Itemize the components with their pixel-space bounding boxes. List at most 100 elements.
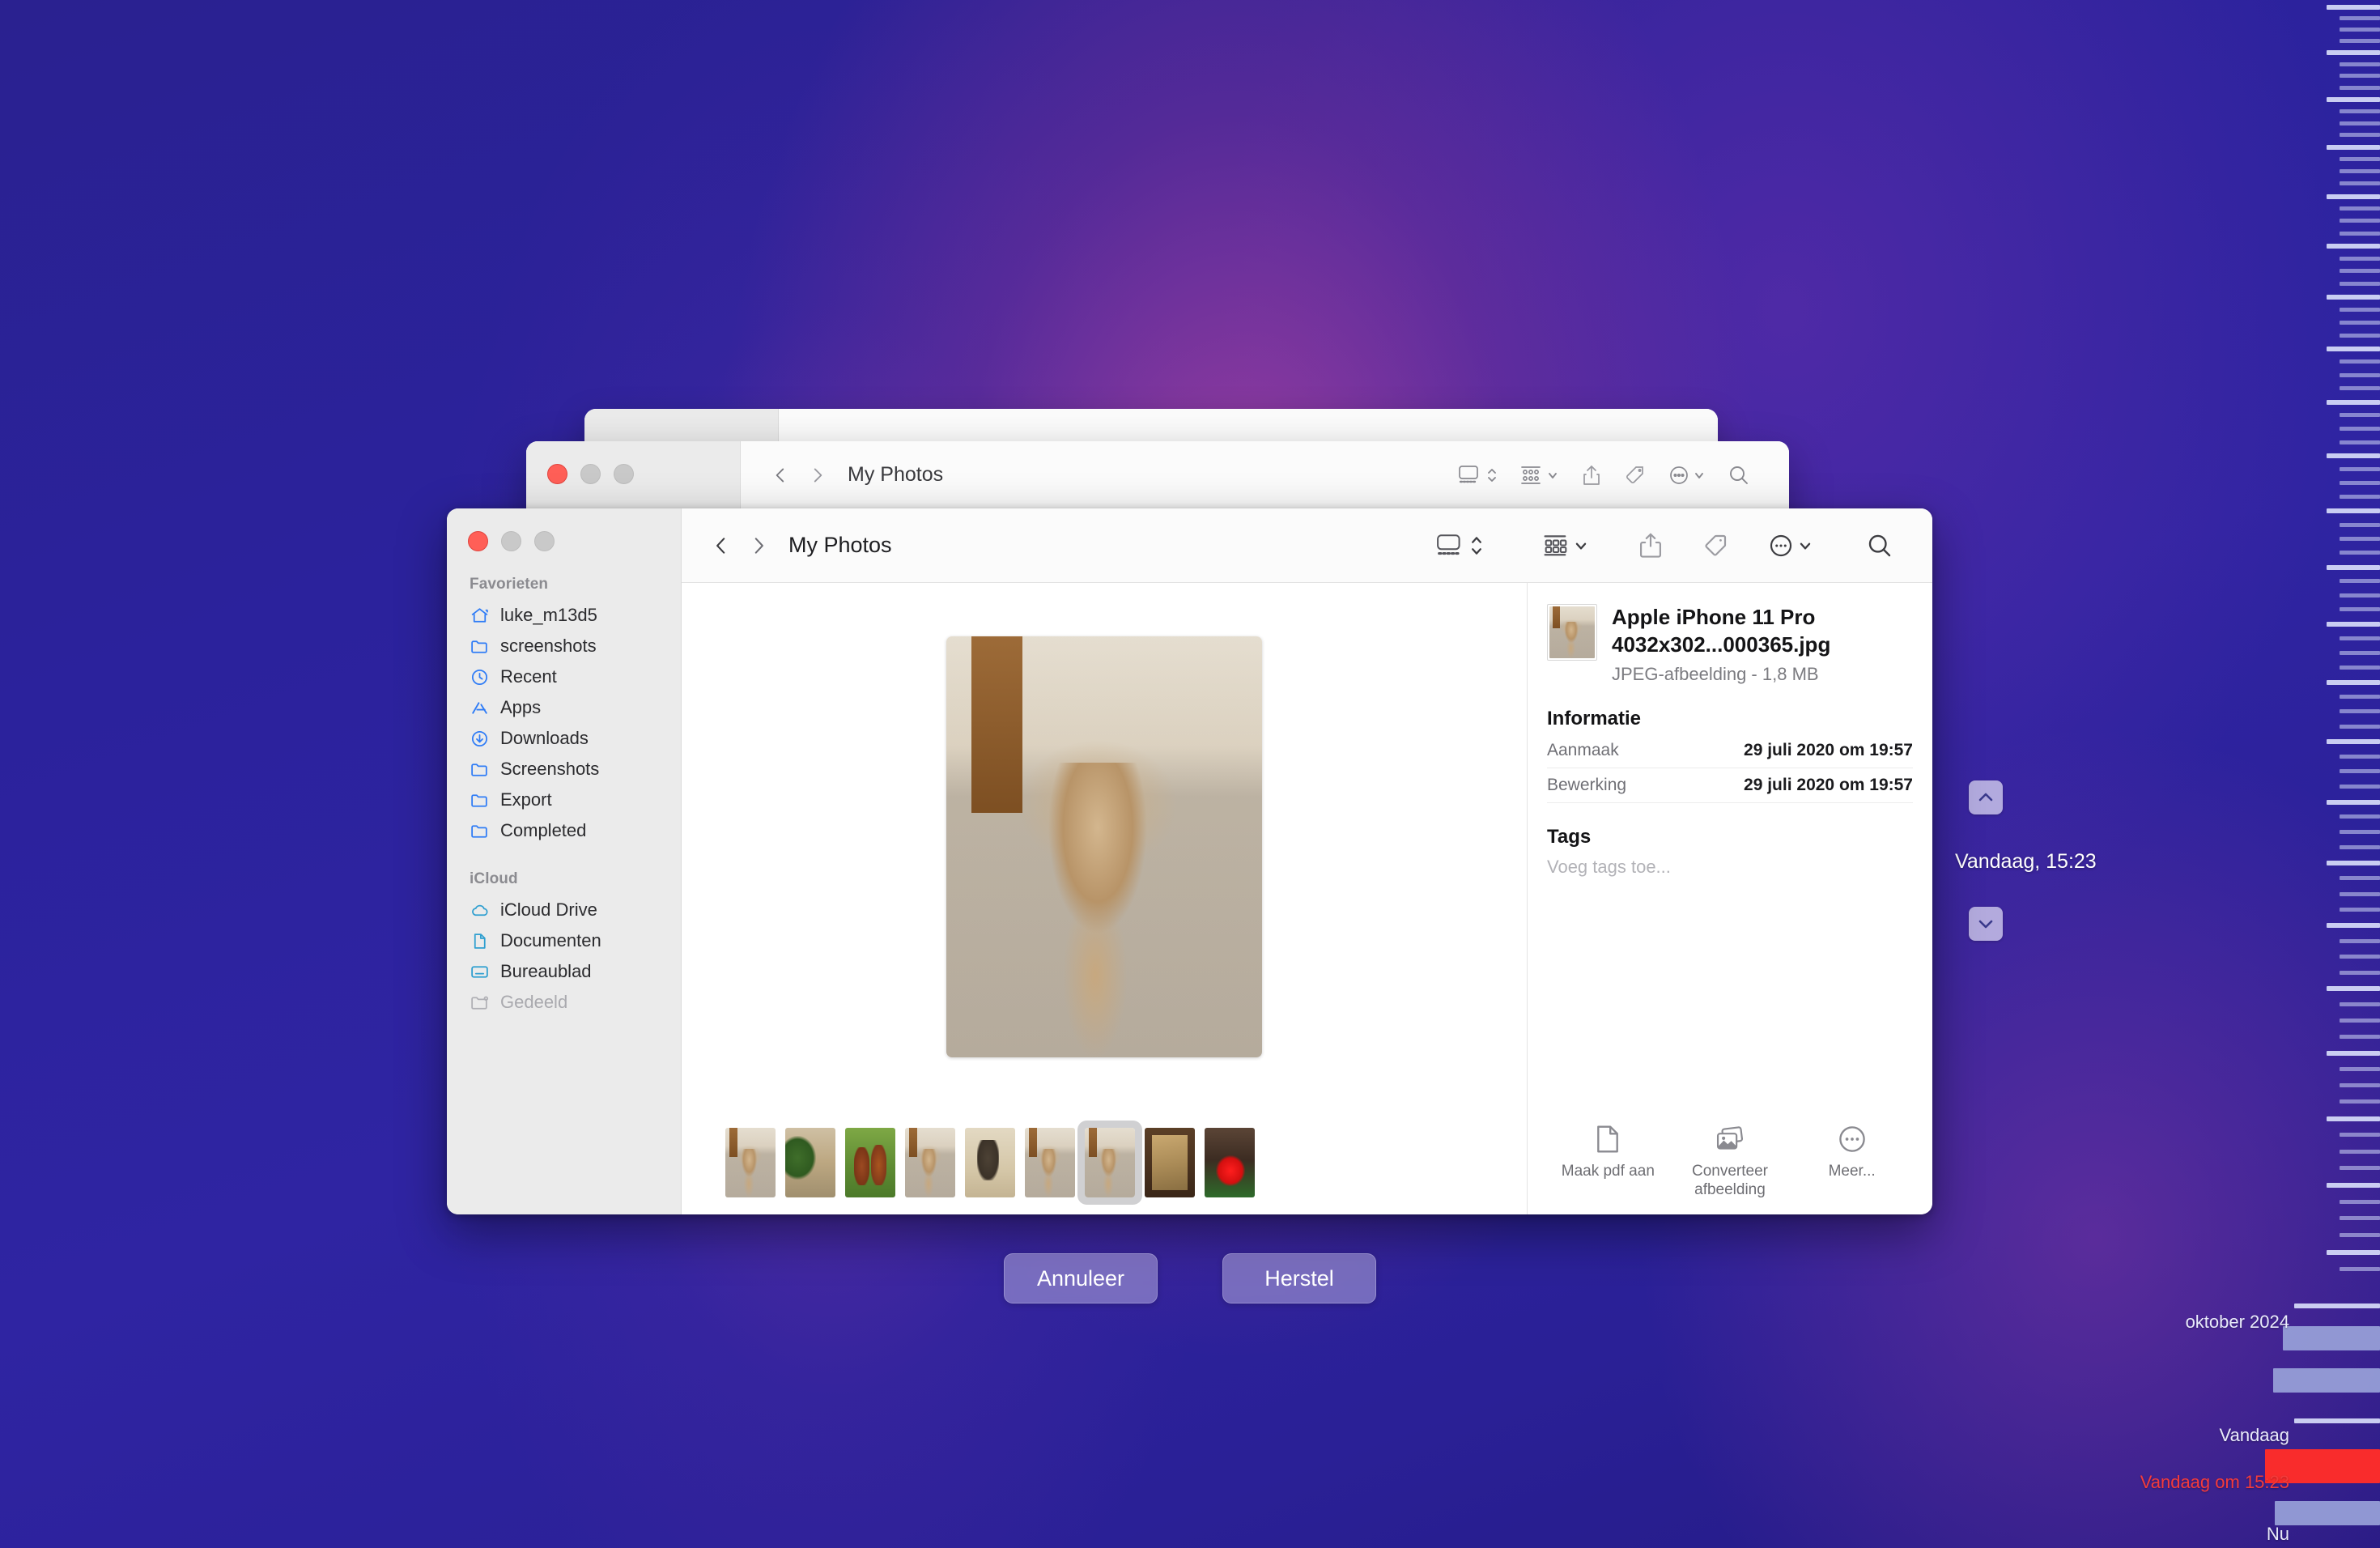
timeline-tick[interactable] (2340, 579, 2380, 584)
timeline-tick[interactable] (2340, 108, 2380, 113)
arrange-button[interactable] (1531, 527, 1600, 564)
timeline-tick[interactable] (2340, 1019, 2380, 1023)
timeline-tick[interactable] (2340, 231, 2380, 236)
timeline-tick[interactable] (2340, 907, 2380, 912)
timeline-tick[interactable] (2327, 680, 2380, 686)
search-button[interactable] (1855, 527, 1905, 564)
timeline-tick[interactable] (2340, 830, 2380, 835)
finder-window[interactable]: Favorieten luke_m13d5 screenshots Recent (447, 508, 1932, 1214)
timeline-tick[interactable] (2340, 1267, 2380, 1272)
timeline-tick[interactable] (2340, 1199, 2380, 1204)
timeline-tick[interactable] (2340, 282, 2380, 287)
timeline-tick[interactable] (2283, 1326, 2380, 1350)
timeline-tick[interactable] (2327, 347, 2380, 352)
timeline-tick[interactable] (2327, 399, 2380, 405)
timeline-tick[interactable] (2340, 536, 2380, 541)
search-button-ghost[interactable] (1716, 457, 1762, 494)
timeline-tick[interactable] (2340, 970, 2380, 975)
timeline-tick[interactable] (2327, 1182, 2380, 1188)
timeline-tick[interactable] (2340, 551, 2380, 555)
minimize-button-back[interactable] (580, 464, 601, 484)
sidebar-item-bureaublad[interactable]: Bureaublad (447, 956, 681, 987)
timeline-tick[interactable] (2340, 651, 2380, 655)
timeline-tick[interactable] (2327, 622, 2380, 627)
filmstrip-item[interactable] (1205, 1128, 1255, 1197)
tags-button-ghost[interactable] (1613, 457, 1657, 494)
quick-action-convert-image[interactable]: Converteer afbeelding (1673, 1124, 1787, 1200)
timeline-tick[interactable] (2340, 695, 2380, 700)
timeline-tick[interactable] (2340, 321, 2380, 325)
timeline-tick[interactable] (2340, 157, 2380, 162)
sidebar-item-downloads[interactable]: Downloads (447, 723, 681, 754)
filmstrip-item[interactable] (1025, 1128, 1075, 1197)
timeline-tick[interactable] (2327, 145, 2380, 151)
arrange-button-ghost[interactable] (1509, 457, 1570, 494)
timeline-tick[interactable] (2340, 938, 2380, 943)
timeline-tick[interactable] (2340, 1083, 2380, 1088)
sidebar-item-luke-m13d5[interactable]: luke_m13d5 (447, 600, 681, 631)
timeline-tick[interactable] (2340, 769, 2380, 774)
timeline-tick[interactable] (2340, 814, 2380, 819)
timeline-tick[interactable] (2273, 1368, 2380, 1393)
timeline-tick[interactable] (2327, 1250, 2380, 1256)
forward-button-ghost[interactable] (799, 457, 836, 494)
timeline-tick[interactable] (2327, 1116, 2380, 1121)
tags-input[interactable]: Voeg tags toe... (1547, 857, 1913, 878)
timeline-tick[interactable] (2340, 1002, 2380, 1007)
timeline-tick[interactable] (2327, 50, 2380, 56)
timeline-tick[interactable] (2340, 169, 2380, 174)
timeline-tick[interactable] (2340, 955, 2380, 959)
timeline-tick[interactable] (2340, 876, 2380, 881)
timeline-tick[interactable] (2327, 986, 2380, 992)
back-button[interactable] (703, 527, 740, 564)
timeline-tick[interactable] (2340, 359, 2380, 364)
sidebar-item-recent[interactable]: Recent (447, 661, 681, 692)
timeline-tick[interactable] (2340, 1166, 2380, 1171)
timeline-tick[interactable] (2327, 97, 2380, 103)
timeline-tick[interactable] (2327, 564, 2380, 570)
view-mode-button[interactable] (1425, 527, 1495, 564)
filmstrip-item[interactable] (965, 1128, 1015, 1197)
back-button-ghost[interactable] (762, 457, 799, 494)
timeline-tick[interactable] (2340, 593, 2380, 598)
filmstrip-item[interactable] (1085, 1128, 1135, 1197)
timeline-tick[interactable] (2340, 481, 2380, 486)
filmstrip-item[interactable] (845, 1128, 895, 1197)
close-button[interactable] (468, 531, 488, 551)
timeline-tick[interactable] (2294, 1303, 2380, 1308)
filmstrip-item[interactable] (1145, 1128, 1195, 1197)
toolbar[interactable]: My Photos (682, 508, 1932, 583)
timeline-tick[interactable] (2340, 39, 2380, 44)
timeline-tick[interactable] (2340, 426, 2380, 431)
sidebar-item-apps[interactable]: Apps (447, 692, 681, 723)
timeline-tick[interactable] (2340, 754, 2380, 759)
timeline-tick[interactable] (2340, 62, 2380, 66)
timeline-tick[interactable] (2340, 1216, 2380, 1221)
timeline-tick[interactable] (2327, 194, 2380, 199)
filmstrip-item[interactable] (785, 1128, 835, 1197)
cancel-button[interactable]: Annuleer (1004, 1253, 1158, 1303)
timeline-tick[interactable] (2340, 784, 2380, 789)
timeline-tick[interactable] (2340, 467, 2380, 472)
timeline-tick[interactable] (2340, 74, 2380, 79)
timeline-tick[interactable] (2327, 453, 2380, 459)
timeline-tick[interactable] (2340, 522, 2380, 527)
timeline-tick[interactable] (2340, 845, 2380, 850)
timeline-tick[interactable] (2327, 1051, 2380, 1056)
sidebar[interactable]: Favorieten luke_m13d5 screenshots Recent (447, 508, 682, 1214)
quick-action-more[interactable]: Meer... (1796, 1124, 1909, 1181)
forward-button[interactable] (740, 527, 777, 564)
share-button[interactable] (1627, 527, 1674, 564)
filmstrip-item[interactable] (905, 1128, 955, 1197)
timeline-tick[interactable] (2340, 636, 2380, 641)
timeline-tick[interactable] (2340, 219, 2380, 223)
close-button-back[interactable] (547, 464, 567, 484)
quick-action-make-pdf[interactable]: Maak pdf aan (1551, 1124, 1664, 1181)
timeline-tick[interactable] (2340, 1149, 2380, 1154)
timeline-tick[interactable] (2340, 269, 2380, 274)
timeline-tick[interactable] (2340, 440, 2380, 444)
timeline-tick[interactable] (2340, 666, 2380, 670)
sidebar-item-gedeeld[interactable]: Gedeeld (447, 987, 681, 1018)
timeline-tick[interactable] (2340, 334, 2380, 338)
timeline-tick[interactable] (2340, 372, 2380, 377)
